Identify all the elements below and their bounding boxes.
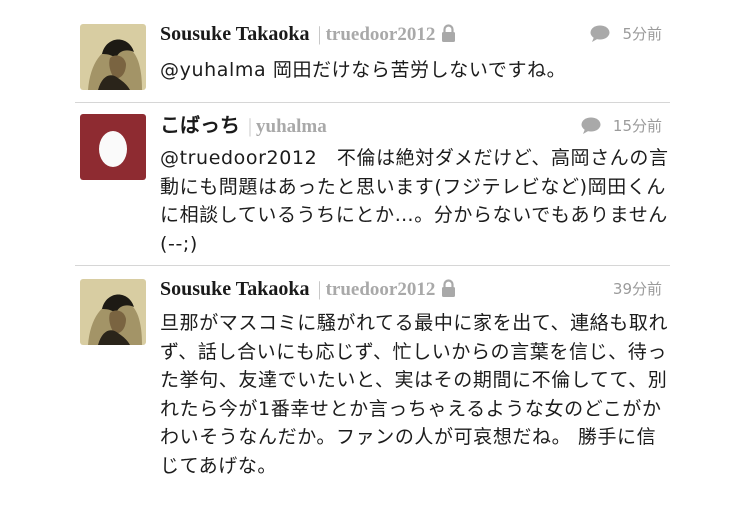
separator: | [248,115,253,137]
lock-icon [441,279,456,305]
user-handle[interactable]: truedoor2012 [326,279,436,300]
timestamp[interactable]: 15分前 [613,117,662,135]
user-name[interactable]: こばっち [160,115,240,137]
tweet-meta: 15分前 [581,113,662,139]
lock-icon [441,24,456,50]
user-handle[interactable]: truedoor2012 [326,24,436,45]
user-photo-icon [80,24,146,90]
tweet-timeline: Sousuke Takaoka | truedoor2012 5分前 @yuhalm… [0,0,750,522]
user-name[interactable]: Sousuke Takaoka [160,278,310,300]
tweet-divider [75,102,670,103]
avatar[interactable] [80,24,146,90]
reply-bubble-icon[interactable] [590,24,610,50]
tweet-header: Sousuke Takaoka | truedoor2012 [160,21,662,47]
avatar[interactable] [80,114,146,180]
user-photo-icon [80,279,146,345]
reply-bubble-icon[interactable] [581,116,601,142]
tweet-divider [75,265,670,266]
timestamp[interactable]: 5分前 [622,25,662,43]
avatar[interactable] [80,279,146,345]
tweet-header: Sousuke Takaoka | truedoor2012 [160,276,662,302]
tweet-text: @truedoor2012 不倫は絶対ダメだけど、高岡さんの言動にも問題はあった… [160,147,669,255]
timestamp[interactable]: 39分前 [613,280,662,298]
separator: | [317,23,322,45]
user-handle[interactable]: yuhalma [256,116,327,137]
default-egg-avatar-icon [80,114,146,180]
separator: | [317,278,322,300]
tweet-text: 旦那がマスコミに騒がれてる最中に家を出て、連絡も取れず、話し合いにも応じず、忙し… [160,312,669,477]
tweet-text: @yuhalma 岡田だけなら苦労しないですね。 [160,59,567,81]
tweet-meta: 39分前 [613,276,662,302]
tweet-meta: 5分前 [590,21,662,47]
user-name[interactable]: Sousuke Takaoka [160,23,310,45]
